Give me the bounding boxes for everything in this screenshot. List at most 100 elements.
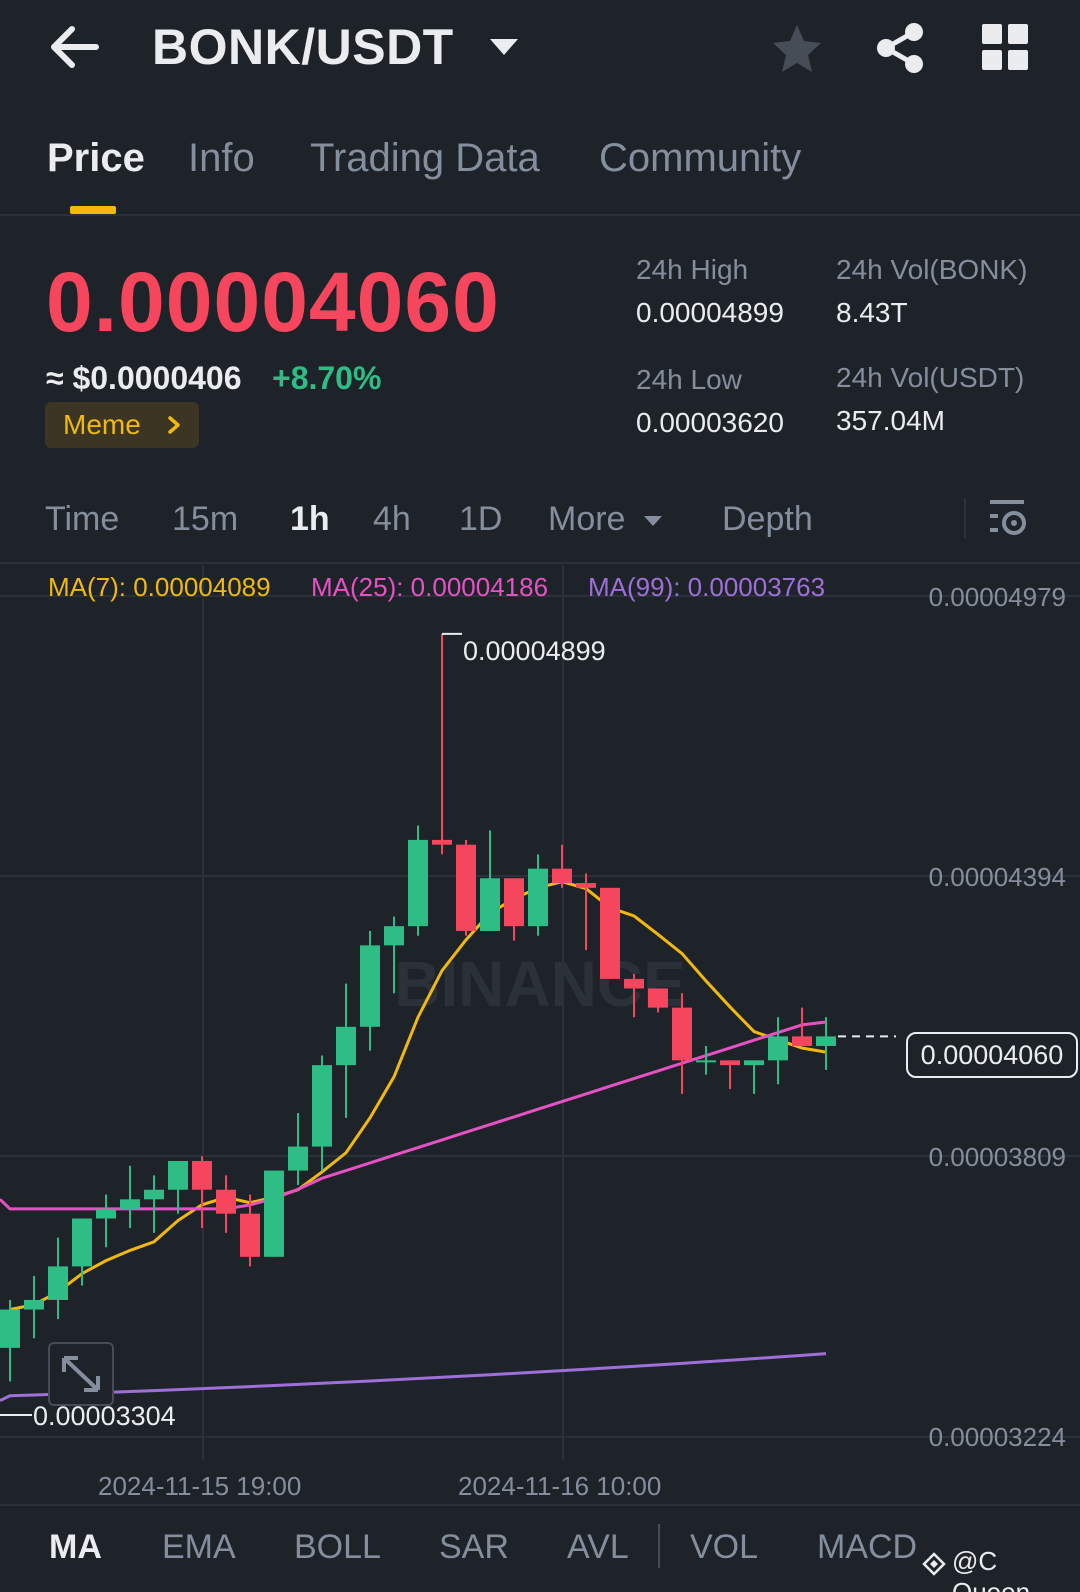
ma25-legend: MA(25): 0.00004186: [311, 572, 549, 602]
candle-body: [528, 868, 548, 927]
candle-body: [120, 1199, 140, 1209]
ma7-legend: MA(7): 0.00004089: [48, 572, 271, 602]
candle-body: [384, 926, 404, 946]
candle-body: [240, 1213, 260, 1257]
back-arrow-icon[interactable]: [48, 22, 102, 72]
divider: [658, 1524, 660, 1568]
low-24h-value: 0.00003620: [636, 407, 784, 438]
ma99-line: [0, 1352, 827, 1402]
candle-body: [768, 1036, 788, 1061]
x-axis-label: 2024-11-15 19:00: [98, 1471, 302, 1501]
indicator-ma[interactable]: MA: [49, 1528, 102, 1567]
price-change-percent: +8.70%: [272, 360, 382, 396]
low-24h-label: 24h Low: [636, 364, 742, 395]
tab-bar: Price Info Trading Data Community: [0, 130, 1080, 216]
candle-body: [696, 1060, 716, 1063]
candle-body: [624, 978, 644, 989]
last-price: 0.00004060: [46, 255, 500, 349]
tab-trading-data[interactable]: Trading Data: [310, 136, 540, 181]
indicator-bar: MA EMA BOLL SAR AVL VOL MACD: [0, 1504, 1080, 1592]
candle-body: [24, 1299, 44, 1310]
y-axis-label: 0.00004979: [928, 582, 1066, 612]
tab-community[interactable]: Community: [599, 136, 801, 181]
candle-body: [192, 1160, 212, 1190]
y-axis-label: 0.00004394: [928, 862, 1066, 892]
indicator-macd[interactable]: MACD: [817, 1528, 917, 1567]
candle-body: [576, 883, 596, 888]
candle-body: [672, 1007, 692, 1061]
candle-body: [816, 1036, 836, 1046]
high-marker-label: 0.00004899: [463, 636, 606, 666]
divider: [964, 498, 966, 538]
share-icon[interactable]: [874, 22, 926, 74]
candle-body: [312, 1065, 332, 1147]
candle-body: [600, 887, 620, 979]
indicator-sar[interactable]: SAR: [439, 1528, 509, 1567]
candle-body: [168, 1160, 188, 1190]
candle-body: [720, 1060, 740, 1066]
vol-base-value: 8.43T: [836, 297, 908, 328]
candle-body: [360, 945, 380, 1027]
candle-body: [456, 844, 476, 931]
interval-1h[interactable]: 1h: [290, 500, 330, 539]
interval-4h[interactable]: 4h: [373, 500, 411, 539]
price-usd-equivalent: ≈ $0.0000406: [46, 360, 242, 396]
interval-bar: Time 15m 1h 4h 1D More Depth: [0, 490, 1080, 564]
current-price-tag[interactable]: 0.00004060: [906, 1032, 1078, 1078]
candle-body: [480, 878, 500, 931]
candle-body: [792, 1036, 812, 1046]
expand-icon: [62, 1356, 100, 1392]
interval-15m[interactable]: 15m: [172, 500, 238, 539]
tab-info[interactable]: Info: [188, 136, 255, 181]
candle-body: [216, 1189, 236, 1214]
candle-body: [336, 1026, 356, 1066]
chart-settings-icon[interactable]: [988, 494, 1028, 540]
y-axis-label: 0.00003809: [928, 1142, 1066, 1172]
ma25-line: [0, 1020, 827, 1211]
vol-base-label: 24h Vol(BONK): [836, 254, 1028, 285]
creator-watermark: @C Queen: [952, 1546, 1031, 1592]
top-header: BONK/USDT: [0, 0, 1080, 100]
indicator-boll[interactable]: BOLL: [294, 1528, 381, 1567]
depth-tab[interactable]: Depth: [722, 500, 813, 539]
vol-quote-label: 24h Vol(USDT): [836, 362, 1025, 393]
grid-icon[interactable]: [982, 24, 1030, 72]
candle-body: [48, 1266, 68, 1300]
high-24h-label: 24h High: [636, 254, 749, 285]
candle-body: [648, 988, 668, 1008]
indicator-ema[interactable]: EMA: [162, 1528, 236, 1567]
candle-body: [96, 1208, 116, 1219]
chevron-right-icon: [168, 416, 180, 434]
candle-body: [408, 839, 428, 927]
caret-down-icon[interactable]: [488, 36, 520, 58]
active-tab-indicator: [70, 206, 116, 214]
x-axis-label: 2024-11-16 10:00: [458, 1471, 662, 1501]
interval-time[interactable]: Time: [45, 500, 119, 539]
candle-body: [432, 839, 452, 845]
ma7-line: [9, 880, 827, 1312]
candle-body: [744, 1060, 764, 1066]
star-icon[interactable]: [770, 22, 824, 76]
meme-tag-label: Meme: [63, 409, 141, 440]
candle-body: [264, 1170, 284, 1257]
candle-body: [552, 868, 572, 884]
indicator-vol[interactable]: VOL: [690, 1528, 758, 1567]
ma99-legend: MA(99): 0.00003763: [588, 572, 826, 602]
vol-quote-value: 357.04M: [836, 405, 945, 436]
tab-price[interactable]: Price: [47, 136, 145, 181]
interval-more[interactable]: More: [548, 500, 625, 539]
meme-tag-button[interactable]: Meme: [45, 402, 199, 448]
candle-body: [288, 1146, 308, 1171]
indicator-avl[interactable]: AVL: [567, 1528, 629, 1567]
y-axis-label: 0.00003224: [928, 1422, 1066, 1452]
binance-logo-icon: [922, 1552, 946, 1576]
caret-down-icon: [644, 516, 662, 526]
high-24h-value: 0.00004899: [636, 297, 784, 328]
candle-body: [504, 878, 524, 927]
candle-body: [72, 1218, 92, 1267]
candle-body: [0, 1309, 20, 1348]
interval-1d[interactable]: 1D: [459, 500, 502, 539]
candle-body: [144, 1189, 164, 1200]
fullscreen-button[interactable]: [48, 1342, 114, 1406]
pair-title[interactable]: BONK/USDT: [152, 18, 454, 76]
